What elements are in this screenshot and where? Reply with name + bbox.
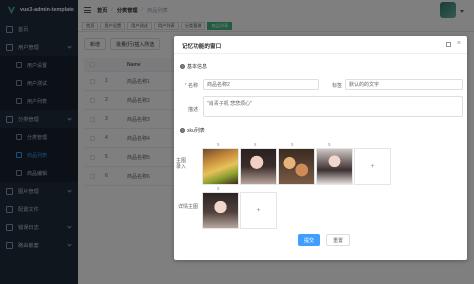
- submit-button[interactable]: 提交: [298, 234, 321, 246]
- detail-image-upload-list: +: [202, 192, 277, 229]
- remove-image-icon[interactable]: x: [291, 142, 294, 148]
- description-label: 描述: [187, 107, 198, 113]
- dialog-title: 记忆功能的窗口: [182, 44, 222, 50]
- remove-image-icon[interactable]: x: [217, 142, 220, 148]
- upload-button[interactable]: +: [240, 192, 277, 229]
- basic-info-section: ? 基本信息: [180, 63, 207, 70]
- name-label-text: 名称: [187, 83, 198, 89]
- divider: [174, 53, 467, 54]
- remove-image-icon[interactable]: x: [254, 142, 257, 148]
- sku-section: ? sku列表: [180, 127, 205, 134]
- detail-image-label: 详情主图: [178, 204, 199, 210]
- reset-button[interactable]: 重置: [326, 234, 351, 246]
- uploaded-image[interactable]: [202, 148, 239, 185]
- question-icon: ?: [180, 64, 185, 69]
- remove-image-icon[interactable]: x: [328, 142, 331, 148]
- tag-label: 标签: [331, 83, 342, 89]
- uploaded-image[interactable]: [316, 148, 353, 185]
- section-title: 基本信息: [187, 64, 208, 70]
- upload-button[interactable]: +: [354, 148, 391, 185]
- name-input[interactable]: 商品名称2: [203, 79, 319, 90]
- main-image-upload-list: +: [202, 148, 391, 185]
- close-icon[interactable]: ×: [457, 40, 461, 47]
- uploaded-image[interactable]: [240, 148, 277, 185]
- maximize-icon[interactable]: [446, 42, 451, 47]
- edit-dialog: 记忆功能的窗口 × ? 基本信息 * 名称 商品名称2 标签 默认的的文字 描述…: [174, 36, 467, 260]
- uploaded-image[interactable]: [278, 148, 315, 185]
- main-image-label: 主图录入: [176, 158, 187, 170]
- section-title: sku列表: [187, 128, 205, 134]
- description-textarea[interactable]: "肖青子机 悲悲烦心": [203, 96, 463, 117]
- remove-image-icon[interactable]: x: [217, 186, 220, 192]
- uploaded-image[interactable]: [202, 192, 239, 229]
- tag-input[interactable]: 默认的的文字: [345, 79, 463, 90]
- name-label: * 名称: [184, 83, 198, 89]
- question-icon: ?: [180, 128, 185, 133]
